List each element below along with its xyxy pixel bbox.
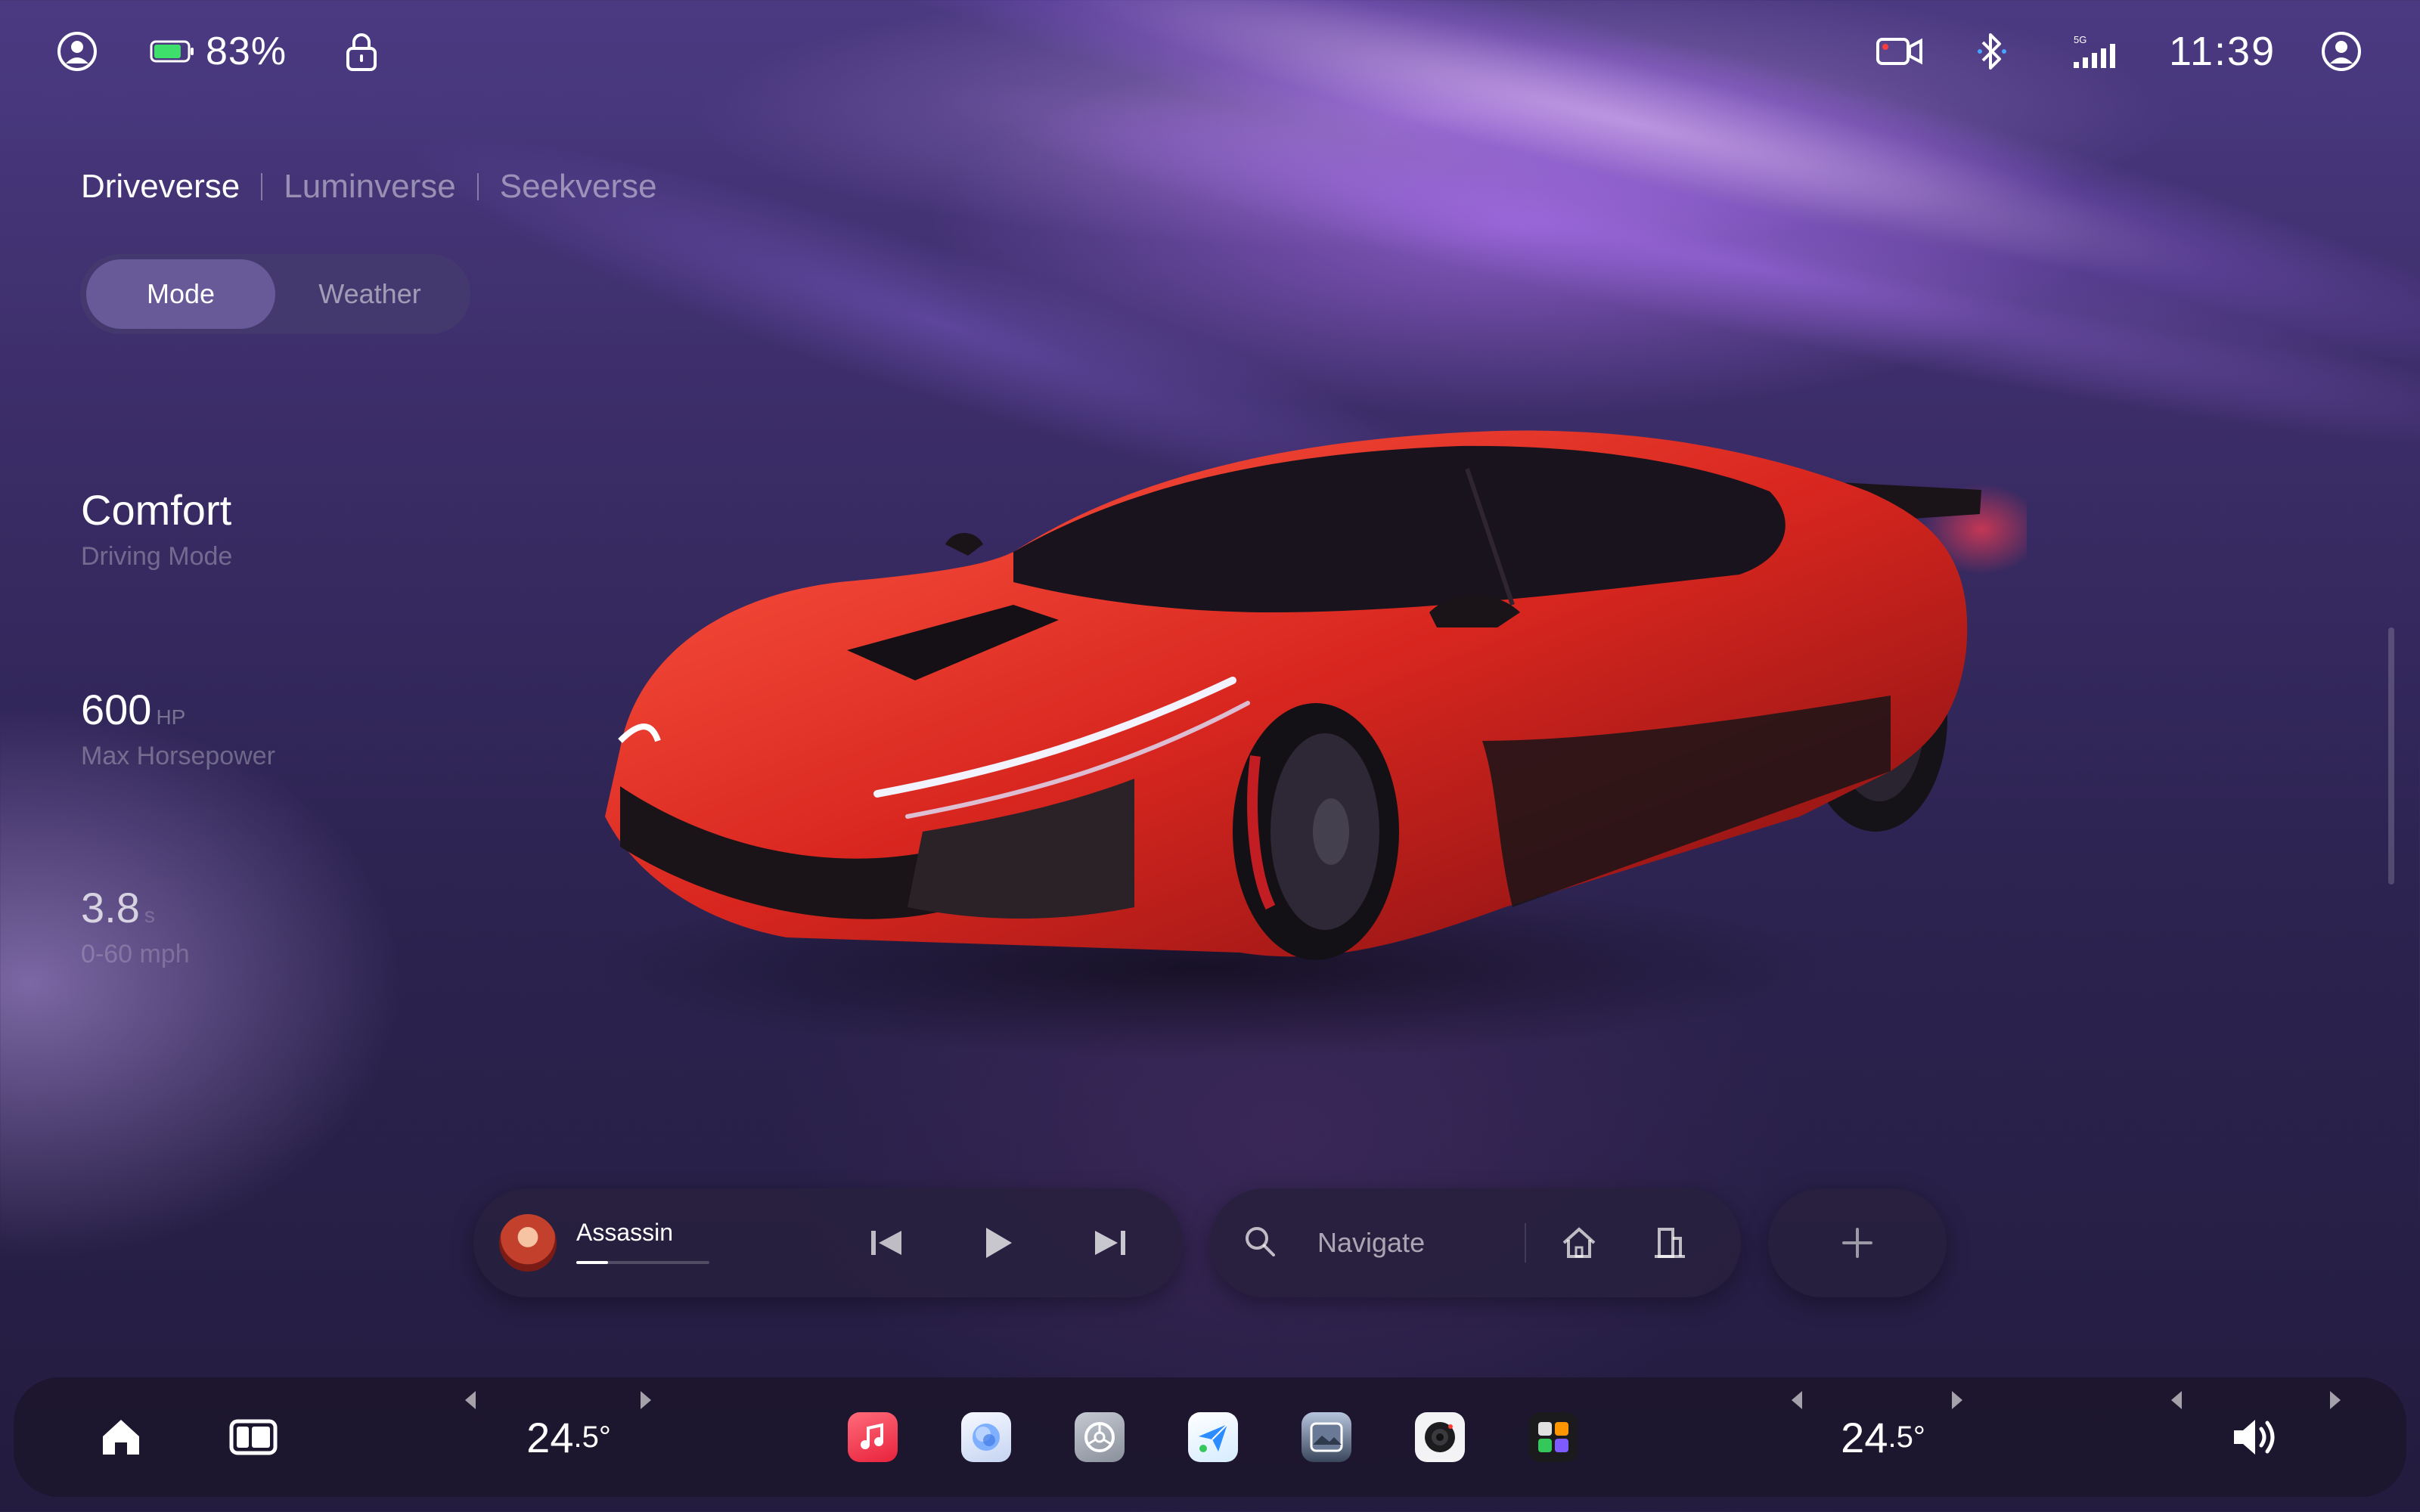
clock: 11:39 xyxy=(2169,29,2276,74)
apps-grid-icon xyxy=(1528,1412,1578,1462)
previous-track-button[interactable] xyxy=(864,1220,909,1266)
navigation-bar xyxy=(1210,1188,1741,1297)
car-image xyxy=(590,430,2027,1058)
right-temperature: 24.5° xyxy=(1830,1377,1936,1497)
stat-value: Comfort xyxy=(81,486,232,534)
camera-icon[interactable] xyxy=(1876,29,1924,74)
gallery-app-icon xyxy=(1302,1412,1351,1462)
media-player: Assassin xyxy=(473,1188,1183,1297)
left-temp-decrease[interactable] xyxy=(457,1377,484,1423)
assistant-app-icon xyxy=(961,1412,1011,1462)
driving-mode-stat: Comfort Driving Mode xyxy=(81,485,232,572)
skip-previous-icon xyxy=(871,1231,901,1255)
battery-icon xyxy=(150,40,194,63)
building-icon xyxy=(1655,1228,1685,1258)
chevron-left-icon xyxy=(465,1391,476,1409)
left-temp-increase[interactable] xyxy=(632,1377,659,1423)
skip-next-icon xyxy=(1095,1231,1125,1255)
stat-unit: HP xyxy=(156,705,186,729)
segment-mode[interactable]: Mode xyxy=(86,259,275,329)
camera-app[interactable] xyxy=(1410,1377,1470,1497)
tab-seekverse[interactable]: Seekverse xyxy=(500,168,657,206)
navigate-input[interactable] xyxy=(1316,1223,1546,1263)
right-temp-decimal: .5° xyxy=(1888,1420,1925,1454)
divider xyxy=(1525,1223,1526,1263)
mode-weather-toggle: Mode Weather xyxy=(80,254,470,334)
next-track-button[interactable] xyxy=(1087,1220,1133,1266)
stat-value: 3.8 xyxy=(81,884,140,931)
play-icon xyxy=(986,1228,1012,1258)
gallery-app[interactable] xyxy=(1296,1377,1357,1497)
search-icon xyxy=(1243,1225,1277,1262)
track-progress[interactable] xyxy=(576,1261,709,1264)
track-progress-fill xyxy=(576,1261,609,1264)
status-bar: 83% 5G 11:39 xyxy=(0,0,2420,103)
battery-percent: 83% xyxy=(206,29,287,73)
camera-app-icon xyxy=(1415,1412,1465,1462)
chevron-left-icon xyxy=(1792,1391,1802,1409)
chevron-right-icon xyxy=(1952,1391,1962,1409)
plus-icon xyxy=(1842,1228,1872,1258)
bottom-dock: 24.5° 24 .5° xyxy=(14,1377,2406,1497)
home-destination-button[interactable] xyxy=(1556,1220,1602,1266)
assistant-app[interactable] xyxy=(956,1377,1016,1497)
left-temp-decimal: .5° xyxy=(573,1420,611,1454)
split-view-icon xyxy=(229,1419,278,1455)
stat-label: Driving Mode xyxy=(81,542,233,571)
settings-app-icon xyxy=(1075,1412,1125,1462)
play-button[interactable] xyxy=(976,1220,1021,1266)
add-widget-button[interactable] xyxy=(1768,1188,1947,1297)
stat-label: 0-60 mph xyxy=(81,940,190,968)
right-temp-increase[interactable] xyxy=(1944,1377,1971,1423)
acceleration-stat: 3.8 s 0-60 mph xyxy=(81,883,190,969)
volume-decrease[interactable] xyxy=(2163,1377,2190,1423)
signal-icon: 5G xyxy=(2072,29,2119,74)
left-temp-value: 24 xyxy=(526,1413,574,1461)
right-temp-value: 24 xyxy=(1841,1413,1888,1461)
lock-icon[interactable] xyxy=(345,29,378,74)
music-app[interactable] xyxy=(842,1377,903,1497)
stat-unit: s xyxy=(144,903,155,927)
horsepower-stat: 600 HP Max Horsepower xyxy=(81,685,275,771)
home-icon xyxy=(1562,1227,1596,1258)
tab-luminverse[interactable]: Luminverse xyxy=(284,168,455,206)
stat-label: Max Horsepower xyxy=(81,742,275,770)
messages-app[interactable] xyxy=(1183,1377,1243,1497)
tab-divider xyxy=(476,173,479,200)
home-button[interactable] xyxy=(83,1377,159,1497)
chevron-right-icon xyxy=(2330,1391,2341,1409)
right-temp-decrease[interactable] xyxy=(1783,1377,1810,1423)
chevron-left-icon xyxy=(2171,1391,2182,1409)
scroll-indicator[interactable] xyxy=(2388,627,2394,885)
volume-increase[interactable] xyxy=(2322,1377,2349,1423)
verse-tabs: Driveverse Luminverse Seekverse xyxy=(81,168,657,206)
app-library[interactable] xyxy=(1523,1377,1584,1497)
tab-divider xyxy=(261,173,263,200)
profile-icon[interactable] xyxy=(56,29,98,74)
work-destination-button[interactable] xyxy=(1647,1220,1692,1266)
track-title: Assassin xyxy=(576,1219,674,1246)
signal-type-label: 5G xyxy=(2074,34,2086,45)
album-art[interactable] xyxy=(499,1214,557,1272)
chevron-right-icon xyxy=(641,1391,651,1409)
tab-driveverse[interactable]: Driveverse xyxy=(81,168,240,206)
home-icon xyxy=(103,1420,139,1455)
volume-button[interactable] xyxy=(2225,1377,2288,1497)
messages-app-icon xyxy=(1188,1412,1238,1462)
bluetooth-icon[interactable] xyxy=(1977,29,2007,74)
volume-icon xyxy=(2234,1420,2275,1455)
left-temperature: 24.5° xyxy=(516,1377,622,1497)
settings-app[interactable] xyxy=(1069,1377,1130,1497)
battery-indicator: 83% xyxy=(150,29,287,74)
stat-value: 600 xyxy=(81,686,152,733)
split-view-button[interactable] xyxy=(212,1377,295,1497)
account-icon[interactable] xyxy=(2320,29,2363,74)
music-app-icon xyxy=(848,1412,898,1462)
segment-weather[interactable]: Weather xyxy=(275,259,464,329)
